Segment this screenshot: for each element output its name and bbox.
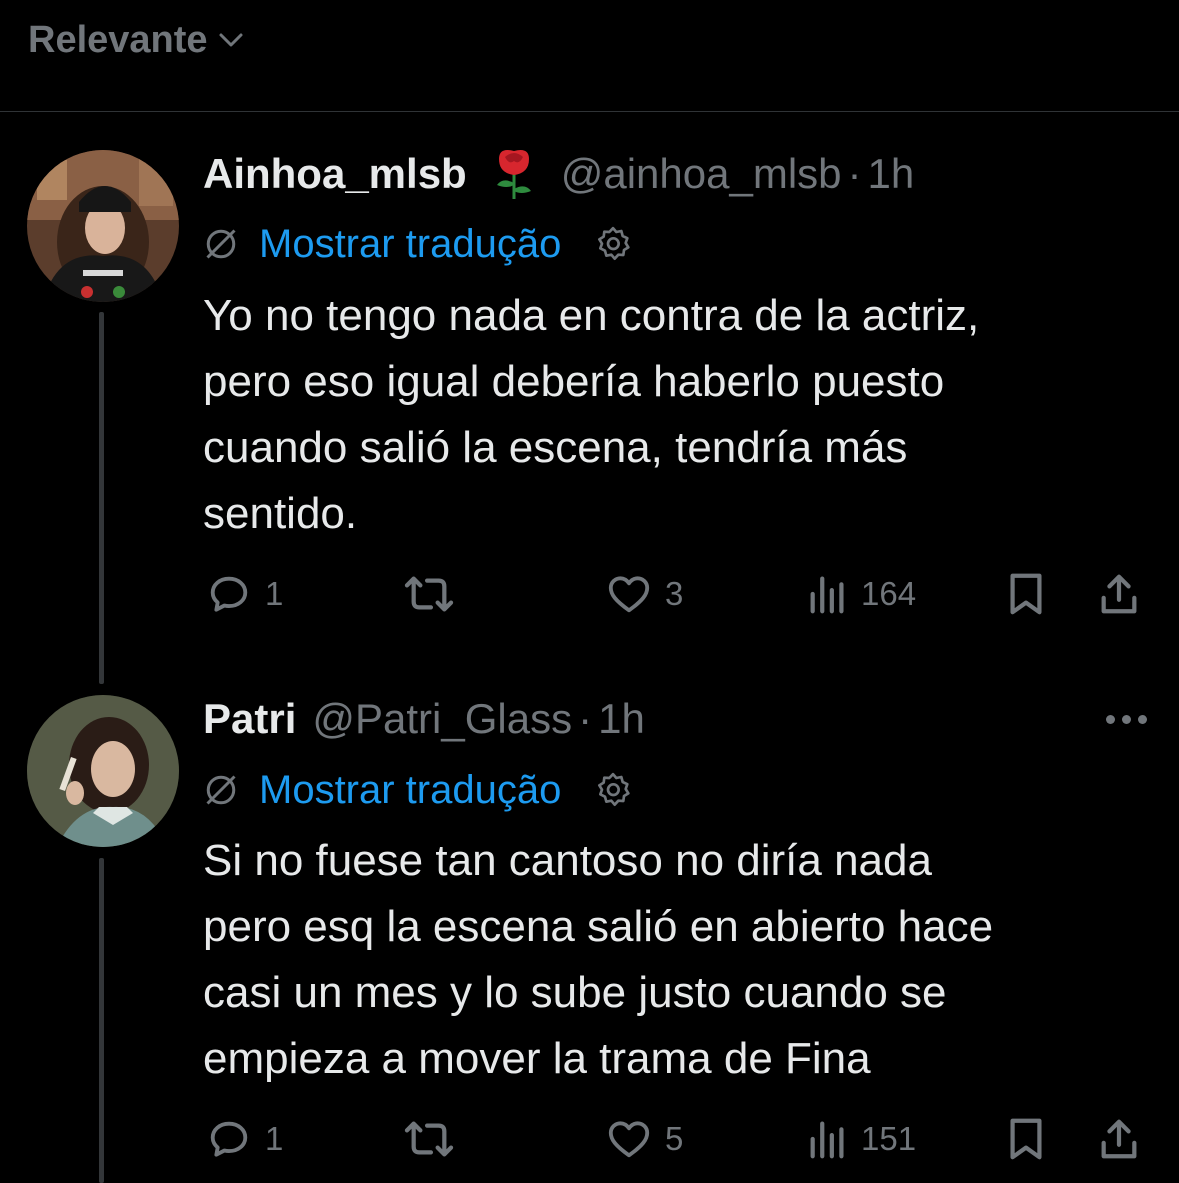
reply-count: 1 (265, 1120, 284, 1157)
globe-off-icon (203, 772, 239, 808)
user-handle[interactable]: @ainhoa_mlsb (561, 150, 842, 198)
thread-line (99, 312, 104, 684)
reply-count: 1 (265, 575, 284, 612)
rose-emoji (485, 147, 543, 201)
tweet-text: Si no fuese tan cantoso no diría nada pe… (203, 836, 994, 1083)
share-button[interactable] (1096, 1114, 1142, 1164)
avatar[interactable] (27, 150, 179, 302)
reply-button[interactable]: 1 (203, 569, 283, 619)
views-button[interactable]: 164 (805, 569, 916, 619)
bookmark-icon (1010, 1118, 1042, 1160)
share-button[interactable] (1096, 569, 1142, 619)
more-dots-icon (1106, 714, 1115, 724)
gear-icon[interactable] (593, 770, 633, 810)
sort-dropdown[interactable]: Relevante (28, 16, 246, 64)
timestamp[interactable]: 1h (868, 150, 915, 198)
heart-icon (608, 1121, 650, 1158)
bookmark-icon (1010, 573, 1042, 615)
translate-row: Mostrar tradução (203, 217, 633, 271)
user-handle[interactable]: @Patri_Glass (312, 695, 572, 743)
avatar[interactable] (27, 695, 179, 847)
display-name[interactable]: Patri (203, 695, 296, 743)
views-button[interactable]: 151 (805, 1114, 916, 1164)
tweet-actions: 1 3 164 (203, 569, 1148, 619)
tweet-text: Yo no tengo nada en contra de la actriz,… (203, 291, 980, 538)
separator: · (578, 695, 593, 742)
like-button[interactable]: 5 (603, 1114, 683, 1164)
more-options-button[interactable] (1106, 699, 1147, 739)
reply-icon (210, 1121, 248, 1157)
top-bar: Relevante (0, 0, 1179, 112)
views-chart-icon (810, 1121, 844, 1159)
reply-icon (210, 576, 248, 612)
view-count: 151 (861, 1120, 917, 1157)
tweet-actions: 1 5 151 (203, 1114, 1148, 1164)
display-name[interactable]: Ainhoa_mlsb (203, 150, 467, 198)
reply-button[interactable]: 1 (203, 1114, 283, 1164)
chevron-down-icon (216, 25, 246, 55)
globe-off-icon (203, 226, 239, 262)
sort-label: Relevante (28, 19, 208, 61)
bookmark-button[interactable] (1003, 1114, 1049, 1164)
view-count: 164 (861, 575, 917, 612)
views-chart-icon (810, 576, 844, 614)
share-icon (1101, 1119, 1137, 1159)
gear-icon[interactable] (593, 224, 633, 264)
retweet-icon (404, 576, 454, 612)
timestamp[interactable]: 1h (598, 695, 645, 743)
separator: · (847, 150, 862, 197)
show-translation-link[interactable]: Mostrar tradução (259, 222, 561, 267)
retweet-icon (404, 1121, 454, 1157)
tweet-header: Ainhoa_mlsb @ainhoa_mlsb · 1h (203, 147, 914, 201)
retweet-button[interactable] (399, 569, 469, 619)
thread-line (99, 858, 104, 1183)
tweet-header: Patri @Patri_Glass · 1h (203, 692, 645, 746)
share-icon (1101, 574, 1137, 614)
heart-icon (608, 576, 650, 613)
like-button[interactable]: 3 (603, 569, 683, 619)
show-translation-link[interactable]: Mostrar tradução (259, 768, 561, 813)
like-count: 5 (665, 1120, 684, 1157)
bookmark-button[interactable] (1003, 569, 1049, 619)
retweet-button[interactable] (399, 1114, 469, 1164)
translate-row: Mostrar tradução (203, 763, 633, 817)
like-count: 3 (665, 575, 684, 612)
